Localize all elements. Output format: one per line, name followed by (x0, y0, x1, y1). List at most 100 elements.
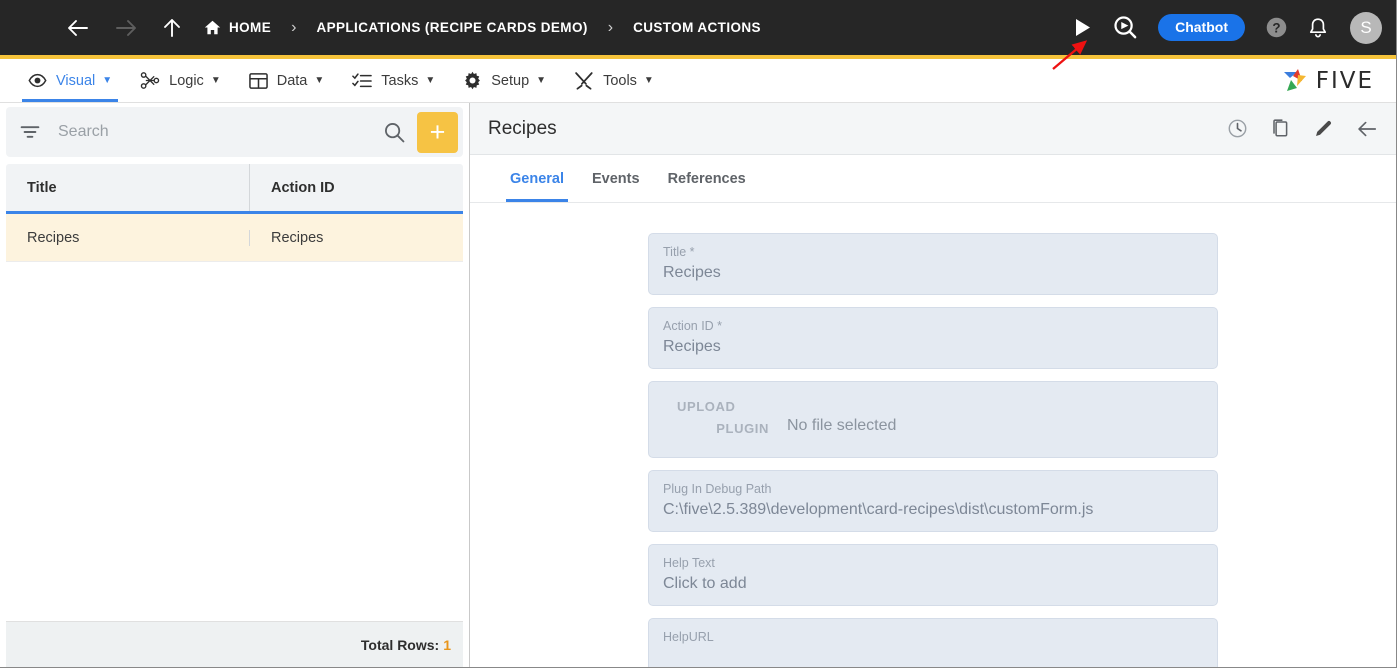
run-application-button[interactable] (1069, 15, 1095, 41)
search-input[interactable] (56, 122, 384, 142)
grid-header-row: Title Action ID (6, 164, 463, 214)
nav-back-button[interactable] (66, 18, 90, 38)
field-upload-plugin[interactable]: UPLOAD PLUGIN No file selected (648, 380, 1218, 459)
field-help-text-value: Click to add (663, 574, 747, 592)
field-help-text-label: Help Text (663, 555, 715, 570)
forward-arrow-icon (116, 19, 136, 36)
tab-references[interactable]: References (654, 155, 760, 202)
menu-item-data[interactable]: Data ▼ (235, 59, 339, 102)
menu-item-logic-label: Logic (169, 72, 204, 89)
table-row[interactable]: Recipes Recipes (6, 214, 463, 262)
breadcrumb-home-label: HOME (229, 20, 272, 35)
brand-name: FIVE (1315, 67, 1374, 94)
avatar-initial: S (1360, 17, 1372, 37)
search-run-button[interactable] (1113, 15, 1138, 40)
field-title[interactable]: Title * Recipes (648, 233, 1218, 295)
history-button[interactable] (1227, 118, 1248, 139)
record-detail-panel: Recipes General Events References Title … (470, 103, 1396, 667)
breadcrumb-home[interactable]: HOME (204, 19, 271, 36)
breadcrumb-applications[interactable]: APPLICATIONS (RECIPE CARDS DEMO) (316, 20, 587, 35)
chatbot-button[interactable]: Chatbot (1158, 14, 1245, 41)
chevron-down-icon: ▼ (536, 75, 547, 86)
column-header-title[interactable]: Title (6, 164, 249, 211)
field-plugin-debug-path-label: Plug In Debug Path (663, 482, 772, 497)
edit-button[interactable] (1313, 118, 1334, 139)
main-content-area: + Title Action ID Recipes Recipes Total … (0, 103, 1396, 667)
detail-form: Title * Recipes Action ID * Recipes UPLO… (470, 203, 1396, 667)
tab-general[interactable]: General (496, 155, 578, 202)
page-title: Recipes (488, 117, 557, 139)
chevron-down-icon: ▼ (210, 75, 221, 86)
menu-item-logic[interactable]: Logic ▼ (126, 59, 235, 102)
breadcrumb-separator-2: › (607, 18, 614, 36)
duplicate-button[interactable] (1270, 118, 1291, 139)
nav-forward-button[interactable] (114, 18, 138, 38)
chevron-down-icon: ▼ (102, 75, 113, 86)
filter-icon[interactable] (20, 124, 40, 140)
user-avatar[interactable]: S (1350, 11, 1382, 44)
five-brand-logo: FIVE (1281, 59, 1396, 102)
menu-item-visual[interactable]: Visual ▼ (14, 59, 126, 102)
eye-icon (28, 71, 47, 90)
field-title-label: Title * (663, 245, 695, 259)
add-record-button[interactable]: + (417, 111, 458, 153)
detail-header: Recipes (470, 103, 1396, 155)
detail-tabs: General Events References (470, 155, 1396, 203)
back-button[interactable] (1356, 119, 1378, 139)
grid-body: Recipes Recipes (6, 214, 463, 621)
history-icon (1228, 119, 1247, 138)
total-rows-count: 1 (443, 636, 451, 653)
upload-file-status: No file selected (787, 416, 897, 434)
breadcrumb-custom-actions[interactable]: CUSTOM ACTIONS (633, 20, 761, 35)
table-icon (248, 72, 268, 90)
field-help-url-value (663, 648, 1203, 667)
tab-events[interactable]: Events (578, 155, 654, 202)
breadcrumb-applications-label: APPLICATIONS (RECIPE CARDS DEMO) (316, 20, 588, 35)
search-icon[interactable] (384, 122, 405, 143)
app-window: HOME › APPLICATIONS (RECIPE CARDS DEMO) … (0, 0, 1397, 668)
plugin-label: PLUGIN (716, 421, 769, 437)
total-rows-label: Total Rows: (360, 636, 440, 653)
menu-item-tasks-label: Tasks (381, 72, 419, 89)
notifications-button[interactable] (1308, 17, 1328, 39)
five-pinwheel-icon (1283, 68, 1306, 91)
copy-icon (1273, 119, 1288, 137)
active-menu-underline (22, 99, 119, 102)
help-button[interactable]: ? (1265, 16, 1288, 39)
top-navigation-bar: HOME › APPLICATIONS (RECIPE CARDS DEMO) … (0, 0, 1396, 70)
hamburger-menu-icon[interactable] (18, 23, 40, 33)
help-circle-icon: ? (1266, 17, 1287, 38)
menu-item-data-label: Data (276, 72, 308, 89)
menu-item-setup-label: Setup (491, 72, 530, 89)
search-toolbar: + (6, 107, 463, 157)
back-arrow-icon (1358, 121, 1377, 136)
up-arrow-icon (164, 18, 180, 37)
menu-item-tasks[interactable]: Tasks ▼ (338, 59, 449, 102)
field-title-value: Recipes (663, 264, 721, 281)
play-icon (1075, 19, 1090, 36)
logic-nodes-icon (140, 71, 160, 90)
bell-icon (1309, 17, 1327, 37)
nav-up-button[interactable] (162, 17, 182, 39)
breadcrumb-custom-actions-label: CUSTOM ACTIONS (633, 20, 761, 35)
chevron-down-icon: ▼ (425, 75, 436, 86)
back-arrow-icon (68, 19, 88, 36)
cell-title: Recipes (27, 229, 80, 246)
menu-item-setup[interactable]: Setup ▼ (449, 59, 560, 102)
tools-icon (574, 71, 594, 90)
main-menu-bar: Visual ▼ Logic ▼ Data ▼ Tasks ▼ Setup ▼ … (0, 59, 1396, 103)
breadcrumb-separator-1: › (291, 18, 297, 36)
detail-header-actions (1227, 118, 1378, 139)
field-help-text[interactable]: Help Text Click to add (648, 543, 1218, 606)
plus-icon: + (429, 116, 446, 147)
field-plugin-debug-path[interactable]: Plug In Debug Path C:\five\2.5.389\devel… (648, 470, 1218, 532)
checklist-icon (352, 72, 373, 90)
menu-item-tools[interactable]: Tools ▼ (560, 59, 668, 102)
field-help-url[interactable]: HelpURL (648, 617, 1218, 667)
column-header-action-id[interactable]: Action ID (249, 164, 463, 211)
upload-plugin-labels: UPLOAD PLUGIN (677, 396, 769, 442)
chevron-down-icon: ▼ (314, 75, 325, 86)
field-action-id[interactable]: Action ID * Recipes (648, 306, 1218, 369)
records-grid: Title Action ID Recipes Recipes (6, 164, 463, 621)
menu-item-visual-label: Visual (56, 72, 96, 89)
